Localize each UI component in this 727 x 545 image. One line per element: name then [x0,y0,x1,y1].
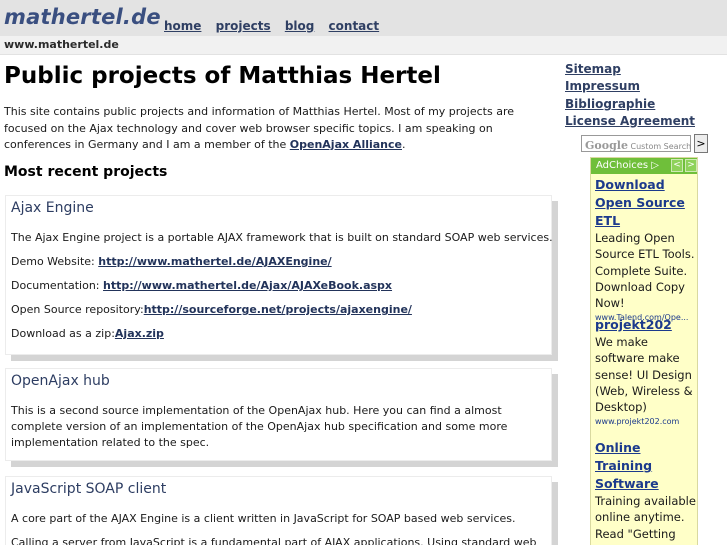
project-title: OpenAjax hub [11,373,110,389]
demo-line: Demo Website: http://www.mathertel.de/AJ… [11,254,546,270]
sidebar-link-bibliographie[interactable]: Bibliographie [565,96,695,113]
demo-website-link[interactable]: http://www.mathertel.de/AJAXEngine/ [98,255,331,268]
chevron-right-icon[interactable]: > [685,159,697,172]
search-placeholder: Custom Search [630,142,692,151]
search-button[interactable]: > [694,134,708,153]
ad-title-link[interactable]: Online Training Software [595,439,699,493]
ad-url[interactable]: www.projekt202.com [595,415,699,429]
project-description: The Ajax Engine project is a portable AJ… [11,231,553,244]
nav-link-blog[interactable]: blog [285,19,315,33]
site-url: www.mathertel.de [4,38,119,51]
documentation-link[interactable]: http://www.mathertel.de/Ajax/AJAXeBook.a… [103,279,392,292]
ad-panel: AdChoices ▷ < > Download Open Source ETL… [590,157,698,545]
nav-link-home[interactable]: home [164,19,201,33]
adchoices-label[interactable]: AdChoices ▷ [596,160,659,171]
project-card-javascript-soap-client: JavaScript SOAP client A core part of th… [5,476,552,545]
ad-title-link[interactable]: Download Open Source ETL [595,176,699,230]
site-url-bar: www.mathertel.de [0,36,727,55]
intro-end: . [402,138,406,151]
adchoices-bar: AdChoices ▷ < > [591,158,697,174]
repository-line: Open Source repository:http://sourceforg… [11,302,546,318]
project-description: A core part of the AJAX Engine is a clie… [11,512,516,525]
nav-link-contact[interactable]: contact [329,19,380,33]
openajax-alliance-link[interactable]: OpenAjax Alliance [290,138,402,151]
project-description-more: Calling a server from JavaScript is a fu… [11,536,537,545]
project-title: Ajax Engine [11,200,94,216]
project-description: This is a second source implementation o… [11,404,508,449]
demo-label: Demo Website: [11,255,99,268]
repository-label: Open Source repository: [11,303,144,316]
intro-paragraph: This site contains public projects and i… [4,104,556,154]
sidebar-link-impressum[interactable]: Impressum [565,78,695,95]
download-label: Download as a zip: [11,327,115,340]
recent-projects-heading: Most recent projects [4,164,168,180]
ad-text: Leading Open Source ETL Tools. Complete … [595,231,695,311]
sidebar-links: Sitemap Impressum Bibliographie License … [565,61,695,130]
nav-link-projects[interactable]: projects [216,19,271,33]
google-logo: Google [585,139,628,152]
ad-item: projekt202 We make software make sense! … [595,316,699,429]
documentation-label: Documentation: [11,279,104,292]
download-zip-link[interactable]: Ajax.zip [115,327,164,340]
sidebar-link-sitemap[interactable]: Sitemap [565,61,695,78]
ad-item: Online Training Software Training availa… [595,439,699,545]
ad-text: Training available online anytime. Read … [595,494,696,545]
search-input[interactable]: Google Custom Search [581,135,691,152]
top-nav: home projects blog contact [164,19,389,33]
ad-item: Download Open Source ETL Leading Open So… [595,176,699,325]
project-title: JavaScript SOAP client [11,481,167,497]
intro-text: This site contains public projects and i… [4,105,514,151]
download-line: Download as a zip:Ajax.zip [11,326,546,342]
ad-title-link[interactable]: projekt202 [595,316,699,334]
page-title: Public projects of Matthias Hertel [4,63,441,89]
project-card-openajax-hub: OpenAjax hub This is a second source imp… [5,368,552,461]
chevron-left-icon[interactable]: < [671,159,683,172]
project-card-ajax-engine: Ajax Engine The Ajax Engine project is a… [5,195,553,355]
documentation-line: Documentation: http://www.mathertel.de/A… [11,278,546,294]
site-header: mathertel.de home projects blog contact [0,0,727,36]
sidebar-link-license-agreement[interactable]: License Agreement [565,113,695,130]
site-logo[interactable]: mathertel.de [4,5,161,29]
ad-text: We make software make sense! UI Design (… [595,335,693,415]
repository-link[interactable]: http://sourceforge.net/projects/ajaxengi… [144,303,412,316]
